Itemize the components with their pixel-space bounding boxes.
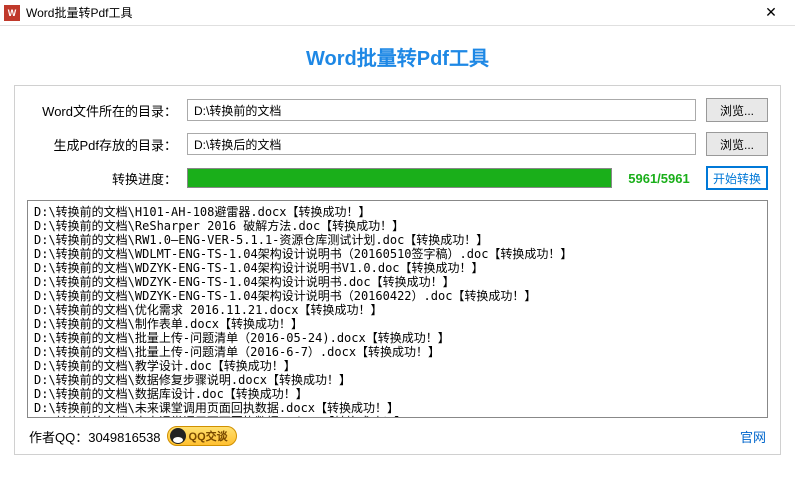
start-button[interactable]: 开始转换 xyxy=(706,166,768,190)
dest-row: 生成Pdf存放的目录： 浏览... xyxy=(27,132,768,156)
dest-label: 生成Pdf存放的目录： xyxy=(27,135,177,154)
author-label: 作者QQ：3049816538 xyxy=(29,427,161,446)
official-site-link[interactable]: 官网 xyxy=(740,427,766,446)
browse-dest-button[interactable]: 浏览... xyxy=(706,132,768,156)
source-row: Word文件所在的目录： 浏览... xyxy=(27,98,768,122)
qq-chat-button[interactable]: QQ交谈 xyxy=(167,426,237,446)
app-icon: W xyxy=(4,5,20,21)
qq-penguin-icon xyxy=(170,428,186,444)
progress-row: 转换进度： 5961/5961 开始转换 xyxy=(27,166,768,190)
progress-label: 转换进度： xyxy=(27,169,177,188)
browse-source-button[interactable]: 浏览... xyxy=(706,98,768,122)
titlebar: W Word批量转Pdf工具 ✕ xyxy=(0,0,795,26)
page-title: Word批量转Pdf工具 xyxy=(14,42,781,71)
progress-counter: 5961/5961 xyxy=(622,171,696,186)
progress-fill xyxy=(188,169,611,187)
source-input[interactable] xyxy=(187,99,696,121)
qq-badge-text: QQ交谈 xyxy=(189,428,228,444)
close-icon[interactable]: ✕ xyxy=(751,0,791,26)
main-content: Word批量转Pdf工具 Word文件所在的目录： 浏览... 生成Pdf存放的… xyxy=(0,26,795,465)
log-output[interactable]: D:\转换前的文档\H101-AH-108避雷器.docx【转换成功！】 D:\… xyxy=(27,200,768,418)
window-title: Word批量转Pdf工具 xyxy=(26,4,751,21)
dest-input[interactable] xyxy=(187,133,696,155)
source-label: Word文件所在的目录： xyxy=(27,101,177,120)
controls-panel: Word文件所在的目录： 浏览... 生成Pdf存放的目录： 浏览... 转换进… xyxy=(14,85,781,455)
footer: 作者QQ：3049816538 QQ交谈 官网 xyxy=(27,426,768,446)
progress-bar xyxy=(187,168,612,188)
